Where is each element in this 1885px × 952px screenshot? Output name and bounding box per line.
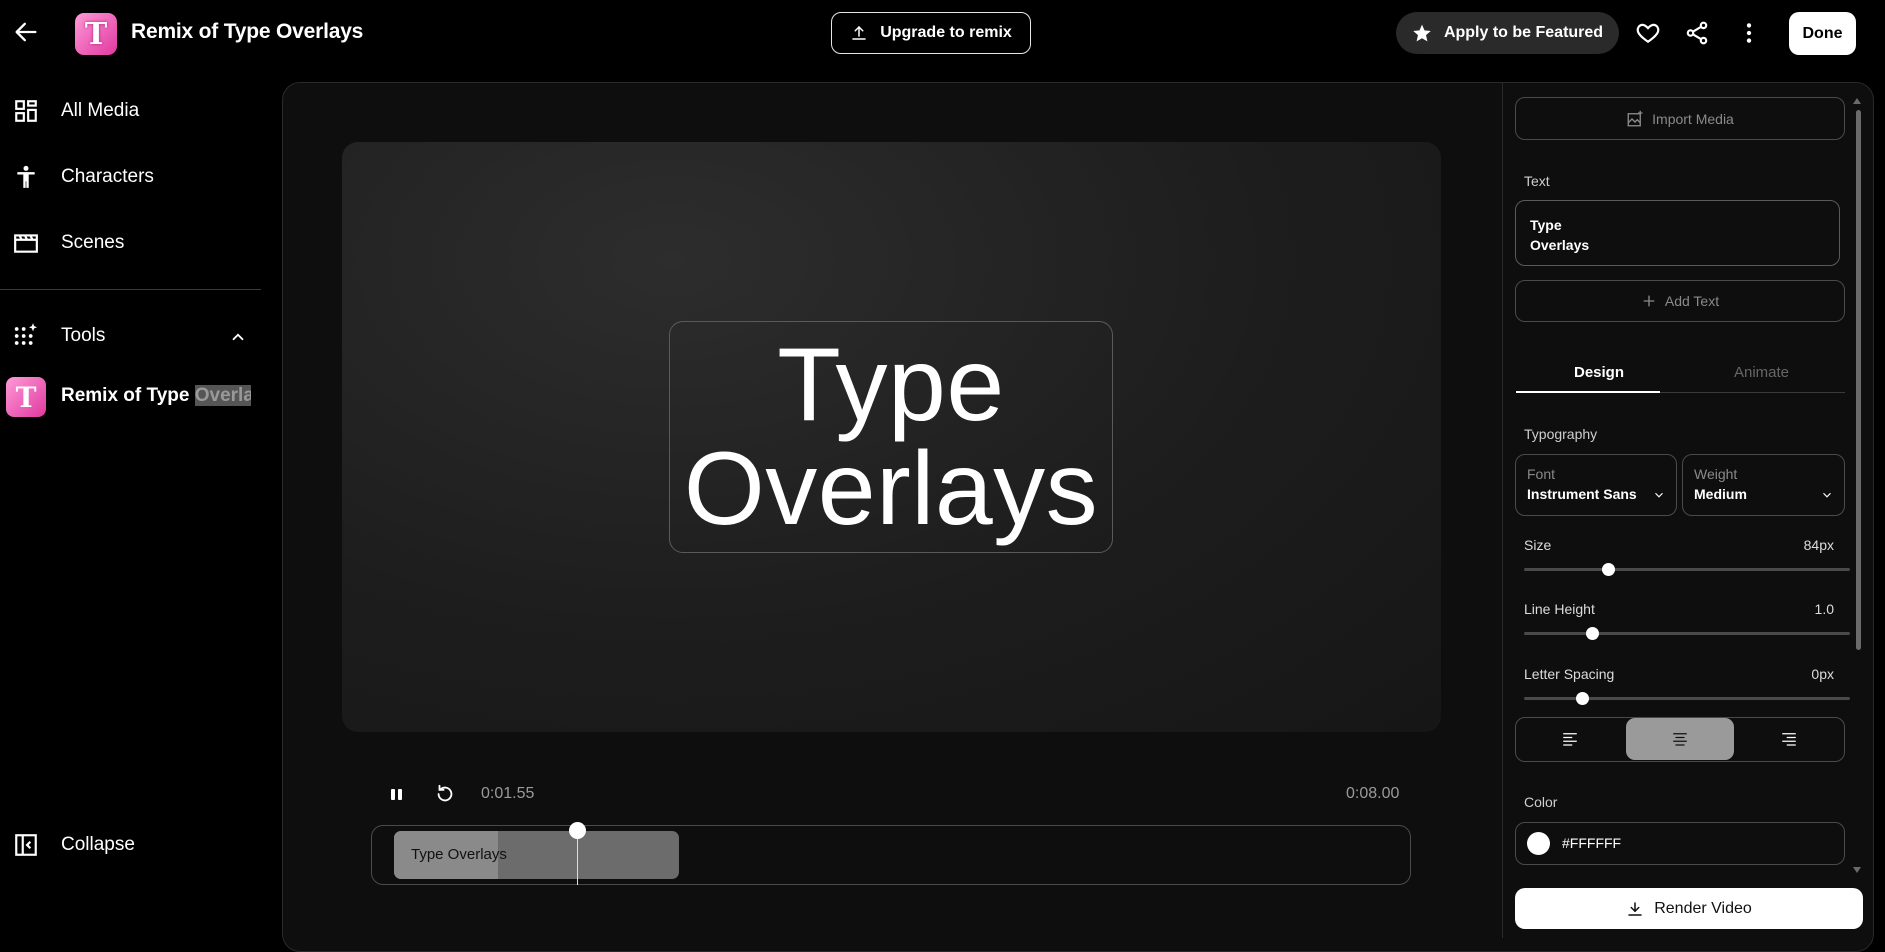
back-button[interactable] <box>12 18 40 46</box>
clip-label: Type Overlays <box>411 846 507 863</box>
arrow-left-icon <box>15 22 37 42</box>
more-vertical-icon <box>1746 23 1752 43</box>
like-button[interactable] <box>1632 17 1664 49</box>
text-card-line-1: Type <box>1530 217 1562 233</box>
project-label-start: Remix of Type <box>61 385 195 406</box>
heart-icon <box>1636 23 1660 43</box>
sidebar-item-characters[interactable]: Characters <box>0 152 260 202</box>
sidebar-item-label: Scenes <box>61 232 125 253</box>
letter-spacing-label: Letter Spacing <box>1524 666 1615 682</box>
sidebar-collapse-icon <box>12 831 40 859</box>
total-time: 0:08.00 <box>1346 785 1400 802</box>
upgrade-label: Upgrade to remix <box>880 24 1012 41</box>
panel-scrollbar[interactable] <box>1856 110 1861 650</box>
star-icon <box>1413 24 1431 42</box>
tools-toggle[interactable]: Tools <box>0 311 260 361</box>
share-icon <box>1686 21 1708 45</box>
add-text-label: Add Text <box>1664 293 1720 309</box>
text-overlay[interactable]: Type Overlays <box>669 321 1113 553</box>
image-add-icon <box>1627 110 1643 126</box>
size-label: Size <box>1524 537 1552 553</box>
render-label: Render Video <box>1654 899 1752 917</box>
share-button[interactable] <box>1681 17 1713 49</box>
top-bar: T Remix of Type Overlays Upgrade to remi… <box>0 0 1885 68</box>
typography-label: Typography <box>1524 426 1598 442</box>
weight-select[interactable]: Weight Medium <box>1682 454 1845 516</box>
project-title: Remix of Type Overlays <box>131 20 364 43</box>
scroll-up-arrow[interactable] <box>1853 98 1861 104</box>
sidebar-item-label: Characters <box>61 166 154 187</box>
scroll-down-arrow[interactable] <box>1853 867 1861 873</box>
sidebar-divider <box>0 289 261 290</box>
collapse-button[interactable]: Collapse <box>0 820 260 870</box>
overlay-line-1: Type <box>777 327 1005 443</box>
align-right-button[interactable] <box>1735 718 1843 760</box>
playhead-handle[interactable] <box>569 822 586 839</box>
letter-spacing-value: 0px <box>1811 666 1834 682</box>
film-icon <box>12 229 40 257</box>
project-logo: T <box>75 13 117 55</box>
pause-icon <box>391 789 402 800</box>
overlay-line-2: Overlays <box>683 431 1099 547</box>
text-section-label: Text <box>1524 173 1550 189</box>
chevron-down-icon <box>1823 492 1831 498</box>
line-height-slider-thumb[interactable] <box>1585 627 1599 640</box>
plus-icon <box>1643 295 1655 307</box>
import-media-label: Import Media <box>1652 110 1734 127</box>
text-layer-card[interactable]: Type Overlays <box>1515 200 1840 266</box>
line-height-label: Line Height <box>1524 601 1595 617</box>
current-time: 0:01.55 <box>481 785 535 802</box>
project-label-highlight: Overla <box>194 385 251 406</box>
size-value: 84px <box>1803 537 1834 553</box>
weight-label: Weight <box>1694 466 1738 482</box>
align-left-button[interactable] <box>1516 718 1624 760</box>
download-icon <box>1628 901 1642 916</box>
text-card-line-2: Overlays <box>1530 237 1590 253</box>
active-tab-indicator <box>1516 391 1660 393</box>
grid-icon <box>12 97 40 125</box>
font-label: Font <box>1527 466 1556 482</box>
pause-button[interactable] <box>387 782 407 806</box>
sidebar-item-all-media[interactable]: All Media <box>0 86 260 136</box>
line-height-slider[interactable] <box>1524 632 1850 635</box>
color-label: Color <box>1524 794 1558 810</box>
align-center-button[interactable] <box>1626 718 1734 760</box>
upgrade-to-remix-button[interactable]: Upgrade to remix <box>831 12 1031 54</box>
upload-icon <box>852 25 866 40</box>
apply-featured-button[interactable]: Apply to be Featured <box>1396 12 1619 54</box>
tab-design[interactable]: Design <box>1574 364 1624 381</box>
font-value: Instrument Sans <box>1527 486 1637 502</box>
color-hex-value: #FFFFFF <box>1562 835 1622 851</box>
chevron-up-icon <box>232 333 244 341</box>
render-video-button[interactable]: Render Video <box>1515 888 1863 929</box>
project-thumbnail[interactable]: T <box>6 377 46 417</box>
weight-value: Medium <box>1694 486 1747 502</box>
add-text-button[interactable]: Add Text <box>1515 280 1845 322</box>
align-right-icon <box>1782 733 1796 746</box>
featured-label: Apply to be Featured <box>1443 24 1604 41</box>
sidebar-item-scenes[interactable]: Scenes <box>0 218 260 268</box>
done-button[interactable]: Done <box>1789 12 1856 55</box>
color-swatch[interactable] <box>1527 832 1550 855</box>
restart-button[interactable] <box>434 782 456 806</box>
sidebar-item-label: All Media <box>61 100 140 121</box>
tools-label: Tools <box>61 325 106 346</box>
letter-spacing-slider[interactable] <box>1524 697 1850 700</box>
size-slider[interactable] <box>1524 568 1850 571</box>
align-left-icon <box>1563 733 1577 746</box>
sparkle-grid-icon <box>12 322 40 350</box>
collapse-label: Collapse <box>61 834 135 855</box>
import-media-button[interactable]: Import Media <box>1515 97 1845 140</box>
line-height-value: 1.0 <box>1814 601 1834 617</box>
tab-animate[interactable]: Animate <box>1734 364 1789 381</box>
chevron-down-icon <box>1655 492 1663 498</box>
restart-icon <box>437 784 453 802</box>
sidebar-project-item[interactable]: Remix of Type Overla... <box>61 385 251 407</box>
font-select[interactable]: Font Instrument Sans <box>1515 454 1677 516</box>
align-center-icon <box>1673 733 1687 746</box>
person-icon <box>12 163 40 191</box>
more-options-button[interactable] <box>1733 17 1765 49</box>
